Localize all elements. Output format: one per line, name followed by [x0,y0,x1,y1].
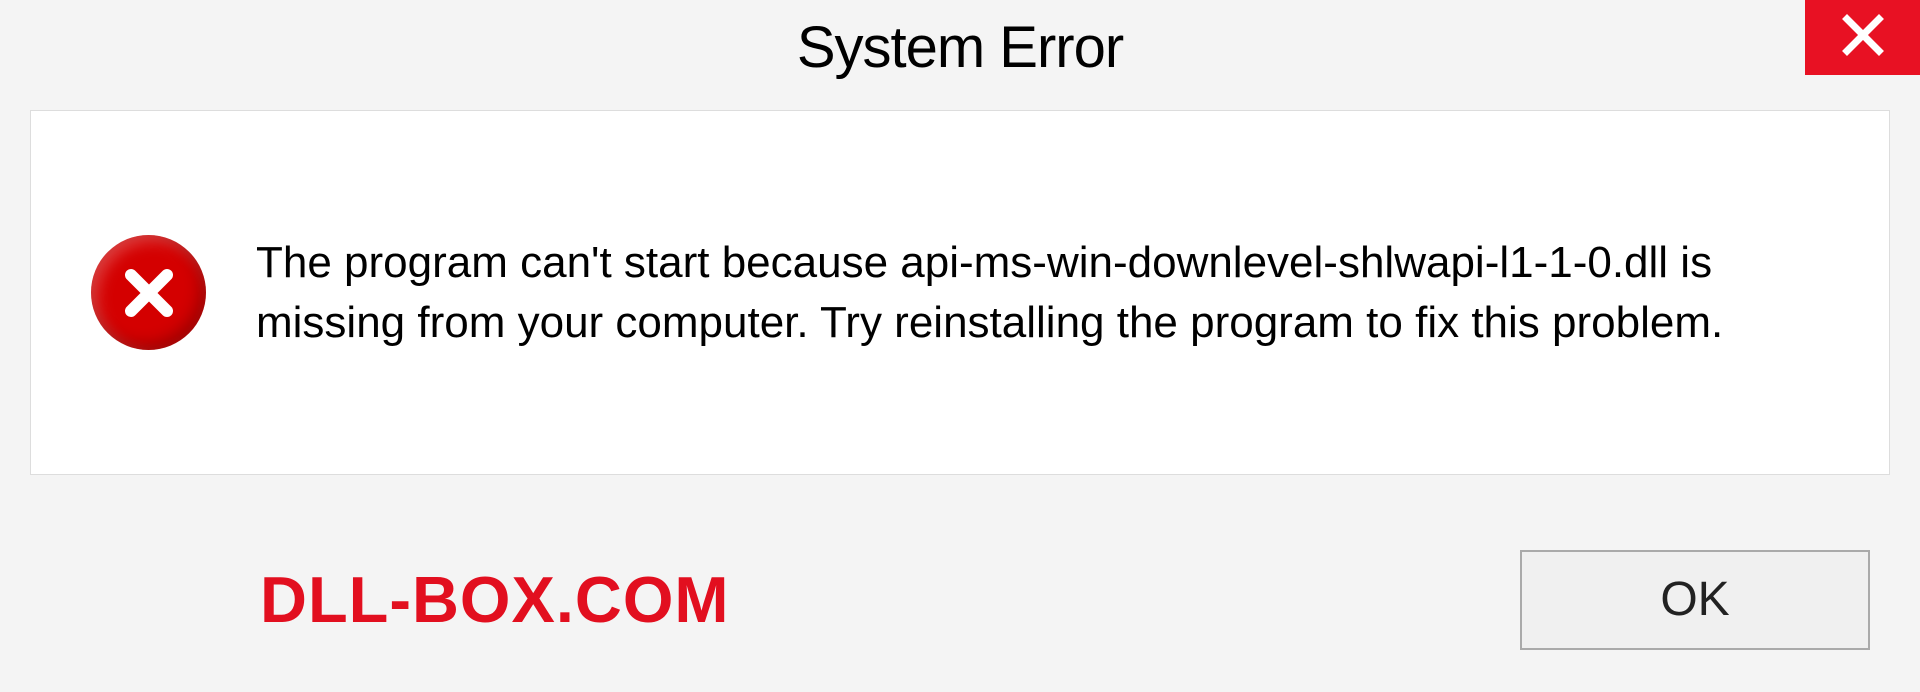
watermark-text: DLL-BOX.COM [260,562,730,637]
window-title: System Error [797,14,1123,81]
ok-button-label: OK [1660,572,1729,627]
ok-button[interactable]: OK [1520,550,1870,650]
titlebar: System Error [0,0,1920,95]
error-icon [91,235,206,350]
close-button[interactable] [1805,0,1920,75]
dialog-footer: DLL-BOX.COM OK [0,507,1920,692]
error-message: The program can't start because api-ms-w… [256,233,1806,352]
close-icon [1841,13,1885,62]
dialog-content: The program can't start because api-ms-w… [30,110,1890,475]
